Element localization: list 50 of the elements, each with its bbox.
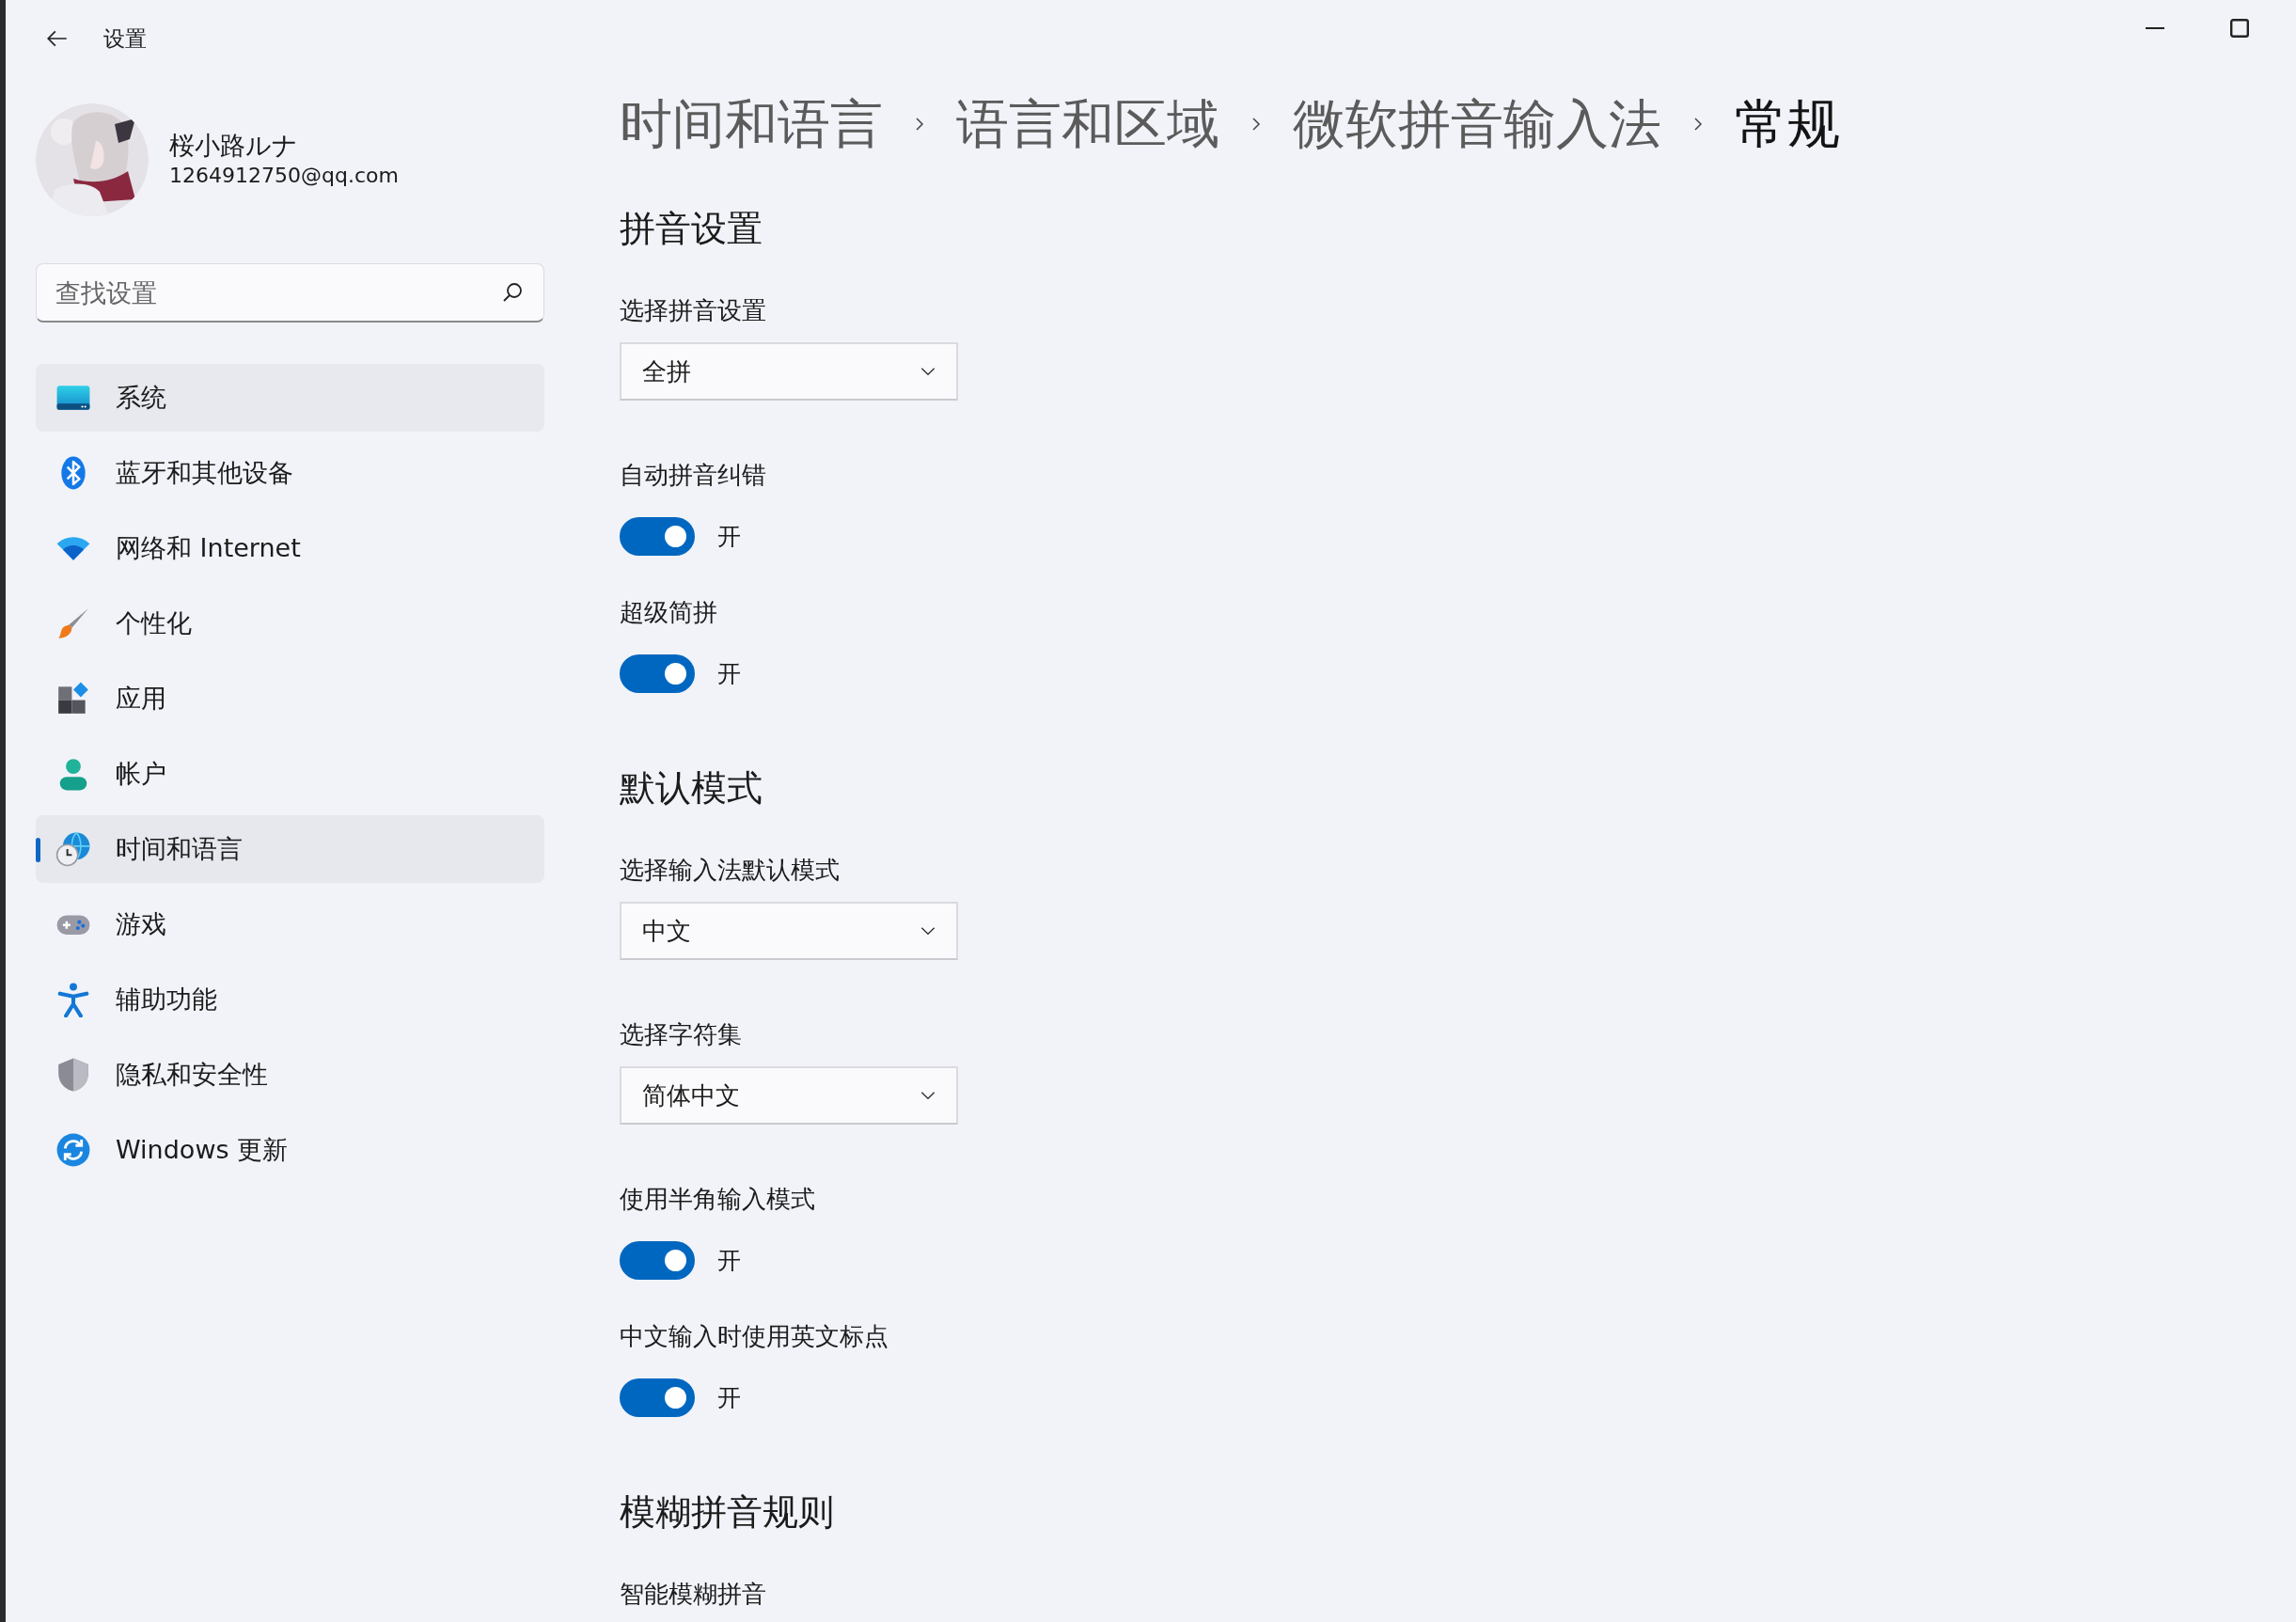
nav-item[interactable]: Windows 更新 [36, 1116, 544, 1184]
toggle-state-text: 开 [717, 522, 741, 552]
account-name: 桜小路ルナ [169, 130, 299, 162]
toggle-switch[interactable] [620, 654, 695, 693]
minimize-icon [2146, 27, 2164, 29]
shield-icon [55, 1057, 91, 1093]
nav-item[interactable]: 帐户 [36, 740, 544, 808]
nav-item[interactable]: 系统 [36, 364, 544, 432]
nav-item[interactable]: 时间和语言 [36, 815, 544, 883]
setting-label: 选择字符集 [620, 1019, 743, 1050]
breadcrumb-link[interactable]: 时间和语言 [620, 87, 883, 162]
brush-icon [55, 606, 91, 641]
section-heading: 默认模式 [620, 766, 763, 811]
breadcrumb-link[interactable]: 语言和区域 [956, 87, 1219, 162]
setting-label: 选择拼音设置 [620, 295, 767, 326]
nav-item[interactable]: 游戏 [36, 890, 544, 958]
account-email: 1264912750@qq.com [169, 163, 399, 189]
nav-item[interactable]: 应用 [36, 665, 544, 732]
setting-label: 超级简拼 [620, 597, 718, 628]
nav-item[interactable]: 辅助功能 [36, 966, 544, 1033]
search-field[interactable]: 查找设置 [36, 263, 544, 323]
section-heading: 模糊拼音规则 [620, 1490, 835, 1535]
section-heading: 拼音设置 [620, 207, 763, 251]
accessibility-icon [55, 982, 91, 1017]
globe-clock-icon [55, 831, 91, 867]
breadcrumb-link[interactable]: 微软拼音输入法 [1293, 87, 1661, 162]
toggle-state-text: 开 [717, 659, 741, 689]
dropdown[interactable]: 全拼 [620, 342, 958, 401]
nav-item[interactable]: 隐私和安全性 [36, 1041, 544, 1109]
nav-item[interactable]: 个性化 [36, 590, 544, 657]
update-icon [55, 1132, 91, 1168]
window-title: 设置 [103, 24, 147, 53]
toggle-switch[interactable] [620, 517, 695, 556]
search-icon [501, 281, 524, 304]
dropdown[interactable]: 中文 [620, 902, 958, 960]
setting-label: 中文输入时使用英文标点 [620, 1321, 889, 1352]
breadcrumb-current: 常规 [1735, 92, 1840, 156]
nav-item[interactable]: 网络和 Internet [36, 514, 544, 582]
nav-item[interactable]: 蓝牙和其他设备 [36, 439, 544, 507]
toggle-switch[interactable] [620, 1241, 695, 1280]
toggle-state-text: 开 [717, 1383, 741, 1413]
setting-label: 使用半角输入模式 [620, 1184, 816, 1215]
apps-icon [55, 681, 91, 717]
setting-label: 自动拼音纠错 [620, 460, 767, 491]
dropdown[interactable]: 简体中文 [620, 1066, 958, 1125]
toggle-state-text: 开 [717, 1246, 741, 1276]
setting-label: 智能模糊拼音 [620, 1579, 767, 1610]
maximize-icon [2230, 19, 2249, 38]
toggle-switch[interactable] [620, 1378, 695, 1417]
setting-label: 选择输入法默认模式 [620, 855, 841, 886]
